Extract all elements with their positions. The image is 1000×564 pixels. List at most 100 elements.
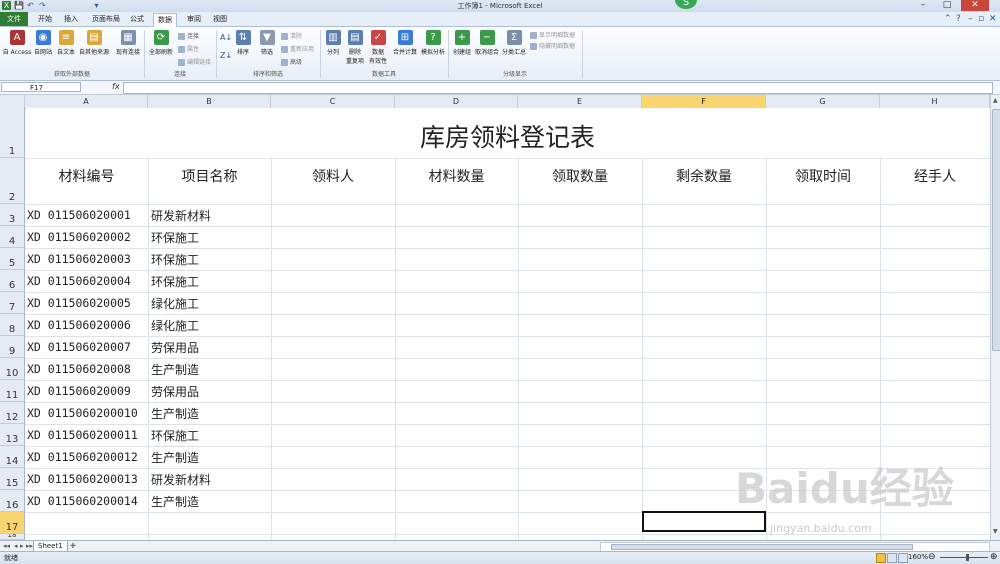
row-header-12[interactable]: 12	[0, 402, 25, 424]
first-sheet-icon[interactable]: ◂◂	[3, 542, 10, 550]
project-name-cell[interactable]: 绿化施工	[151, 295, 199, 312]
tab-data[interactable]: 数据	[153, 13, 177, 27]
header-cell-f2[interactable]: 剩余数量	[642, 166, 766, 186]
row-header-14[interactable]: 14	[0, 446, 25, 468]
help-icon[interactable]: ?	[956, 14, 961, 24]
tab-file[interactable]: 文件	[0, 12, 28, 26]
connections-button[interactable]: 连接	[178, 31, 199, 40]
project-name-cell[interactable]: 劳保用品	[151, 383, 199, 400]
material-code-cell[interactable]: XD 011506020002	[27, 230, 131, 244]
tab-page-layout[interactable]: 页面布局	[88, 13, 124, 26]
vertical-scroll-thumb[interactable]	[992, 109, 1000, 351]
project-name-cell[interactable]: 环保施工	[151, 251, 199, 268]
insert-function-icon[interactable]: fx	[112, 82, 120, 91]
text-to-columns-button[interactable]: ▥ 分列	[322, 30, 344, 56]
page-break-view-icon[interactable]	[898, 553, 908, 563]
column-header-c[interactable]: C	[271, 95, 395, 108]
row-header-13[interactable]: 13	[0, 424, 25, 446]
subtotal-button[interactable]: Σ 分类汇总	[501, 30, 527, 56]
row-header-9[interactable]: 9	[0, 336, 25, 358]
row-header-2[interactable]: 2	[0, 158, 25, 204]
material-code-cell[interactable]: XD 011506020001	[27, 208, 131, 222]
properties-button[interactable]: 属性	[178, 44, 199, 53]
doc-restore-icon[interactable]: ▫	[978, 14, 984, 24]
reapply-button[interactable]: 重新应用	[281, 44, 314, 53]
project-name-cell[interactable]: 研发新材料	[151, 471, 211, 488]
zoom-out-icon[interactable]: ⊖	[928, 552, 936, 562]
data-validation-button[interactable]: ✓ 数据 有效性	[366, 30, 390, 65]
insert-sheet-icon[interactable]: ✚	[70, 542, 76, 550]
header-cell-b2[interactable]: 项目名称	[148, 166, 271, 186]
tab-formulas[interactable]: 公式	[126, 13, 148, 26]
column-header-f[interactable]: F	[642, 95, 766, 108]
zoom-slider[interactable]	[940, 557, 988, 558]
doc-close-icon[interactable]: ✕	[989, 14, 997, 24]
select-all-corner[interactable]	[0, 95, 25, 108]
existing-connections-button[interactable]: ▦ 现有连接	[114, 30, 142, 56]
from-other-sources-button[interactable]: ▤ 自其他来源	[77, 30, 111, 56]
page-layout-view-icon[interactable]	[887, 553, 897, 563]
consolidate-button[interactable]: ⊞ 合并计算	[392, 30, 418, 56]
project-name-cell[interactable]: 生产制造	[151, 361, 199, 378]
header-cell-c2[interactable]: 领料人	[271, 166, 395, 186]
normal-view-icon[interactable]	[876, 553, 886, 563]
show-detail-button[interactable]: 显示明细数据	[530, 30, 575, 39]
material-code-cell[interactable]: XD 0115060200013	[27, 472, 138, 486]
from-text-button[interactable]: ≡ 自文本	[55, 30, 77, 56]
formula-input[interactable]	[123, 82, 993, 94]
row-header-5[interactable]: 5	[0, 248, 25, 270]
header-cell-g2[interactable]: 领取时间	[766, 166, 880, 186]
material-code-cell[interactable]: XD 011506020007	[27, 340, 131, 354]
material-code-cell[interactable]: XD 011506020006	[27, 318, 131, 332]
material-code-cell[interactable]: XD 011506020008	[27, 362, 131, 376]
close-button[interactable]: ✕	[961, 0, 989, 11]
row-header-1[interactable]: 1	[0, 108, 25, 158]
column-header-a[interactable]: A	[25, 95, 148, 108]
project-name-cell[interactable]: 生产制造	[151, 493, 199, 510]
header-cell-e2[interactable]: 领取数量	[518, 166, 642, 186]
tab-review[interactable]: 审阅	[183, 13, 205, 26]
column-header-d[interactable]: D	[395, 95, 518, 108]
project-name-cell[interactable]: 环保施工	[151, 427, 199, 444]
from-web-button[interactable]: ◉ 自网站	[32, 30, 54, 56]
prev-sheet-icon[interactable]: ◂	[14, 542, 18, 550]
hide-detail-button[interactable]: 隐藏明细数据	[530, 41, 575, 50]
minimize-button[interactable]: –	[912, 0, 934, 11]
clear-filter-button[interactable]: 清除	[281, 31, 302, 40]
zoom-in-icon[interactable]: ⊕	[990, 552, 998, 562]
sort-ascending-icon[interactable]: A↓	[220, 33, 232, 42]
column-header-e[interactable]: E	[518, 95, 642, 108]
column-header-h[interactable]: H	[880, 95, 990, 108]
row-header-7[interactable]: 7	[0, 292, 25, 314]
header-cell-h2[interactable]: 经手人	[880, 166, 990, 186]
what-if-analysis-button[interactable]: ? 模拟分析	[419, 30, 447, 56]
horizontal-scroll-thumb[interactable]	[611, 544, 913, 550]
last-sheet-icon[interactable]: ▸▸	[26, 542, 33, 550]
material-code-cell[interactable]: XD 0115060200011	[27, 428, 138, 442]
maximize-button[interactable]: □	[936, 0, 958, 11]
zoom-slider-thumb[interactable]	[966, 554, 969, 561]
ungroup-button[interactable]: − 取消组合	[474, 30, 500, 56]
vertical-scrollbar[interactable]: ▲ ▼	[990, 95, 1000, 540]
material-code-cell[interactable]: XD 011506020009	[27, 384, 131, 398]
project-name-cell[interactable]: 研发新材料	[151, 207, 211, 224]
tab-view[interactable]: 视图	[209, 13, 231, 26]
filter-button[interactable]: ▼ 筛选	[256, 30, 278, 56]
sort-button[interactable]: ⇅ 排序	[232, 30, 254, 56]
next-sheet-icon[interactable]: ▸	[20, 542, 24, 550]
tab-home[interactable]: 开始	[34, 13, 56, 26]
sort-descending-icon[interactable]: Z↓	[220, 51, 232, 60]
row-header-3[interactable]: 3	[0, 204, 25, 226]
name-box[interactable]: F17	[1, 82, 81, 92]
scroll-up-icon[interactable]: ▲	[993, 97, 998, 104]
project-name-cell[interactable]: 环保施工	[151, 273, 199, 290]
header-cell-d2[interactable]: 材料数量	[395, 166, 518, 186]
project-name-cell[interactable]: 绿化施工	[151, 317, 199, 334]
column-header-g[interactable]: G	[766, 95, 880, 108]
row-header-10[interactable]: 10	[0, 358, 25, 380]
row-header-8[interactable]: 8	[0, 314, 25, 336]
row-header-11[interactable]: 11	[0, 380, 25, 402]
column-header-b[interactable]: B	[148, 95, 271, 108]
material-code-cell[interactable]: XD 011506020005	[27, 296, 131, 310]
row-header-4[interactable]: 4	[0, 226, 25, 248]
